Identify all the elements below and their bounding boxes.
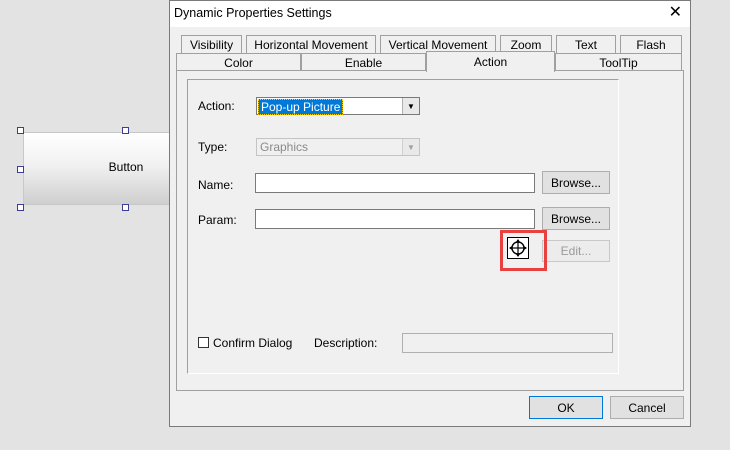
tab-enable[interactable]: Enable: [301, 53, 426, 71]
button-label: Cancel: [628, 400, 666, 415]
type-label: Type:: [198, 140, 228, 154]
action-select[interactable]: Pop-up Picture ▼: [256, 97, 420, 115]
chevron-down-icon: ▼: [402, 139, 419, 155]
description-label: Description:: [314, 336, 378, 350]
selection-handle-bottom-left[interactable]: [17, 204, 24, 211]
close-icon[interactable]: ✕: [669, 4, 682, 22]
confirm-dialog-label: Confirm Dialog: [213, 336, 293, 350]
tab-label: Vertical Movement: [388, 37, 488, 52]
selection-handle-top-left[interactable]: [17, 127, 24, 134]
name-browse-button[interactable]: Browse...: [542, 171, 610, 194]
tab-flash[interactable]: Flash: [620, 35, 682, 53]
selection-handle-bottom-middle[interactable]: [122, 204, 129, 211]
button-label: Browse...: [550, 175, 601, 190]
tab-label: Visibility: [189, 37, 234, 52]
tab-label: Action: [473, 55, 508, 69]
tab-color[interactable]: Color: [176, 53, 301, 71]
tab-action[interactable]: Action: [426, 51, 555, 72]
tab-horizontal-movement[interactable]: Horizontal Movement: [246, 35, 376, 53]
tab-label: ToolTip: [599, 55, 638, 70]
tab-label: Flash: [636, 37, 666, 52]
confirm-dialog-checkbox[interactable]: [198, 337, 209, 348]
tab-tooltip[interactable]: ToolTip: [555, 53, 682, 71]
param-field[interactable]: [255, 209, 535, 229]
chevron-down-icon[interactable]: ▼: [402, 98, 419, 114]
param-browse-button[interactable]: Browse...: [542, 207, 610, 230]
type-select: Graphics ▼: [256, 138, 420, 156]
tab-label: Text: [574, 37, 597, 52]
selection-handle-top-middle[interactable]: [122, 127, 129, 134]
action-label: Action:: [198, 99, 235, 113]
action-select-value: Pop-up Picture: [258, 99, 344, 115]
dialog-title: Dynamic Properties Settings: [174, 6, 332, 20]
param-label: Param:: [198, 213, 237, 227]
title-bar: Dynamic Properties Settings ✕: [170, 1, 690, 27]
selection-handle-middle-left[interactable]: [17, 166, 24, 173]
tab-label: Enable: [344, 55, 383, 70]
tab-label: Horizontal Movement: [254, 37, 368, 52]
description-field: [402, 333, 613, 353]
dynamic-properties-dialog: Dynamic Properties Settings ✕ Visibility…: [169, 0, 691, 427]
name-label: Name:: [198, 178, 234, 192]
ok-button[interactable]: OK: [529, 396, 603, 419]
button-label: OK: [557, 400, 575, 415]
button-label: Browse...: [550, 211, 601, 226]
tab-visibility[interactable]: Visibility: [181, 35, 242, 53]
tab-label: Color: [224, 55, 253, 70]
type-select-value: Graphics: [260, 140, 309, 154]
cancel-button[interactable]: Cancel: [610, 396, 684, 419]
move-crosshair-icon: [507, 237, 529, 259]
button-label: Edit...: [560, 244, 592, 258]
canvas-button-label: Button: [108, 159, 144, 174]
tab-label: Zoom: [510, 37, 542, 52]
tab-text[interactable]: Text: [556, 35, 616, 53]
edit-button: Edit...: [542, 240, 610, 262]
name-field[interactable]: [255, 173, 535, 193]
